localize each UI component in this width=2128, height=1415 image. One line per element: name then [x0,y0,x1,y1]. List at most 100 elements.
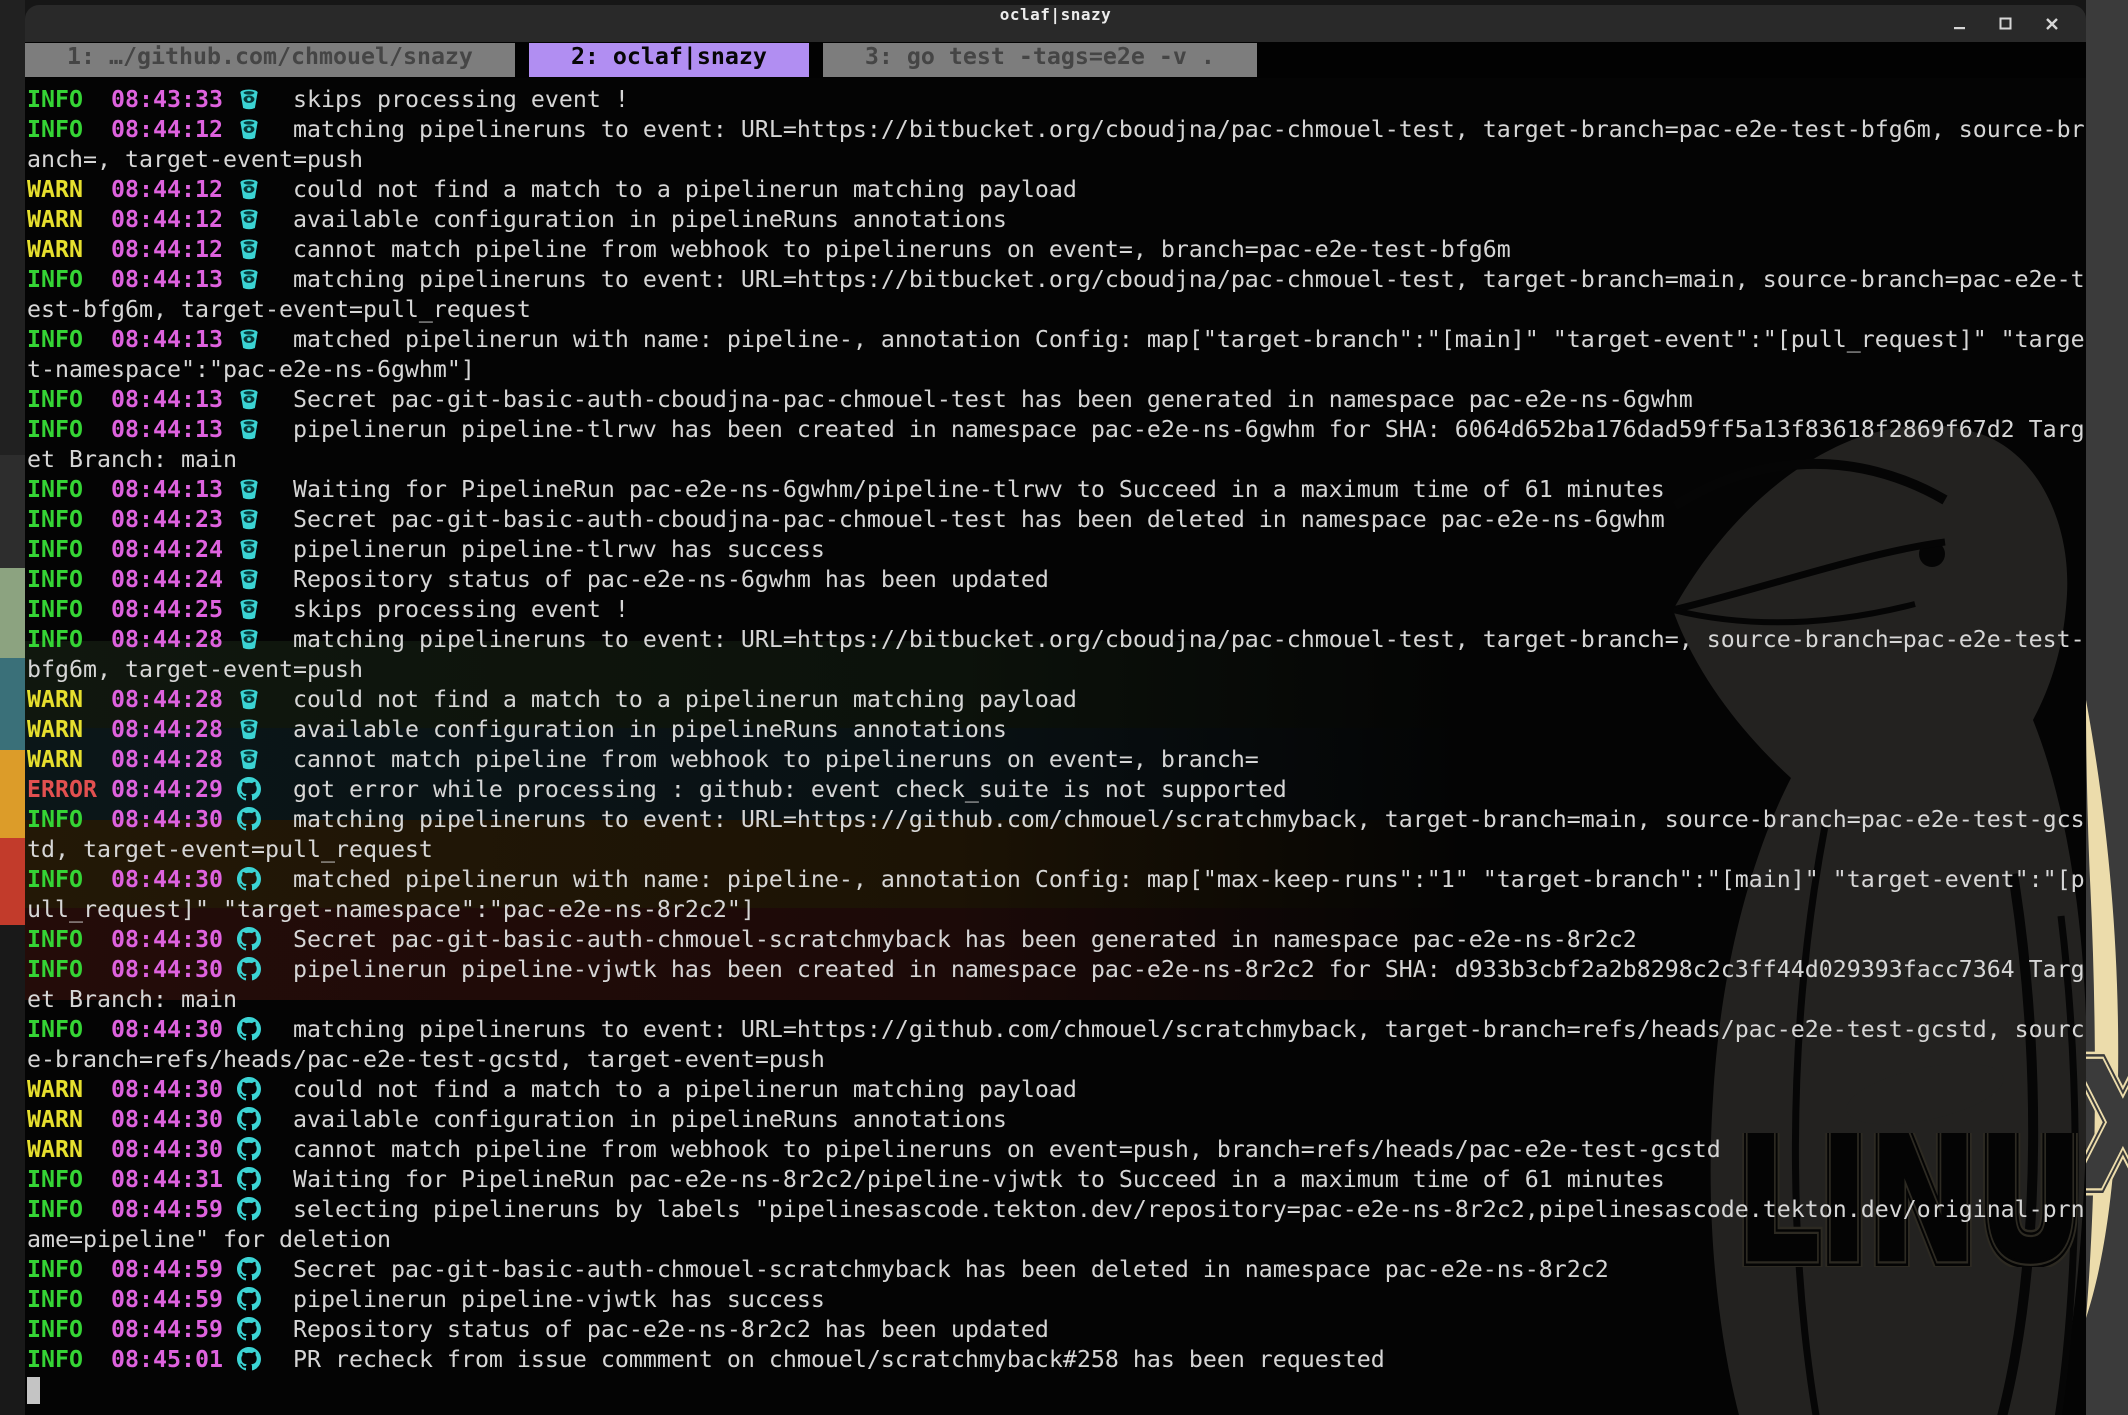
bitbucket-icon [237,685,265,715]
log-timestamp: 08:44:29 [111,776,223,803]
log-message: pipelinerun pipeline-tlrwv has success [293,536,825,563]
wallpaper-right-edge: X X X X [2086,0,2128,1415]
log-entry: WARN 08:44:30 cannot match pipeline from… [27,1135,2086,1165]
bitbucket-icon [237,505,265,535]
bitbucket-icon [237,325,265,355]
tab-3-go-test[interactable]: 3: go test -tags=e2e -v . [823,43,1257,77]
log-level: WARN [27,686,111,713]
log-timestamp: 08:44:30 [111,866,223,893]
log-timestamp: 08:44:31 [111,1166,223,1193]
github-icon [237,775,265,805]
log-level: INFO [27,1256,111,1283]
github-icon [237,1105,265,1135]
bitbucket-icon [237,745,265,775]
log-timestamp: 08:44:13 [111,266,223,293]
wallpaper-color-bands [0,0,25,1415]
log-timestamp: 08:44:28 [111,686,223,713]
log-timestamp: 08:44:59 [111,1256,223,1283]
bitbucket-icon [237,415,265,445]
log-timestamp: 08:43:33 [111,86,223,113]
tab-1-snazy-dir[interactable]: 1: …/github.com/chmouel/snazy [25,43,515,77]
svg-text:X: X [2086,1026,2128,1229]
log-message: could not find a match to a pipelinerun … [293,1076,1077,1103]
log-entry: INFO 08:44:13 matching pipelineruns to e… [27,265,2086,325]
tab-2-oclaf-snazy[interactable]: 2: oclaf|snazy [529,43,809,77]
log-level: ERROR [27,776,111,803]
log-message: Secret pac-git-basic-auth-cboudjna-pac-c… [293,506,1665,533]
penguin-wing-highlight: X X X X [2086,0,2128,1415]
log-message: skips processing event ! [293,86,629,113]
log-message: cannot match pipeline from webhook to pi… [293,746,1259,773]
github-icon [237,1135,265,1165]
log-timestamp: 08:44:12 [111,116,223,143]
log-entry: INFO 08:44:59 Repository status of pac-e… [27,1315,2086,1345]
log-timestamp: 08:44:12 [111,206,223,233]
log-message: Repository status of pac-e2e-ns-6gwhm ha… [293,566,1049,593]
log-timestamp: 08:44:13 [111,416,223,443]
log-message: could not find a match to a pipelinerun … [293,686,1077,713]
log-message: matched pipelinerun with name: pipeline-… [27,326,2085,383]
log-timestamp: 08:44:28 [111,746,223,773]
log-message: matching pipelineruns to event: URL=http… [27,626,2085,683]
maximize-icon[interactable] [1998,16,2014,32]
log-entry: INFO 08:44:31 Waiting for PipelineRun pa… [27,1165,2086,1195]
bitbucket-icon [237,385,265,415]
titlebar[interactable]: oclaf|snazy [25,5,2086,42]
log-entry: WARN 08:44:12 could not find a match to … [27,175,2086,205]
terminal-cursor [27,1377,40,1404]
log-level: INFO [27,1016,111,1043]
bitbucket-icon [237,715,265,745]
log-level: WARN [27,746,111,773]
terminal-screen[interactable]: LINU LINU LINU LINU INFO 08:43:33 skips … [25,78,2086,1415]
log-timestamp: 08:44:59 [111,1286,223,1313]
log-entry: WARN 08:44:28 cannot match pipeline from… [27,745,2086,775]
log-timestamp: 08:44:59 [111,1196,223,1223]
log-level: INFO [27,116,111,143]
log-timestamp: 08:44:13 [111,386,223,413]
log-entry: INFO 08:44:13 matched pipelinerun with n… [27,325,2086,385]
log-entry: INFO 08:44:30 matching pipelineruns to e… [27,805,2086,865]
bitbucket-icon [237,175,265,205]
window-title: oclaf|snazy [25,5,2086,42]
bitbucket-icon [237,85,265,115]
log-timestamp: 08:44:30 [111,1076,223,1103]
log-message: available configuration in pipelineRuns … [293,716,1007,743]
github-icon [237,1285,265,1315]
log-level: INFO [27,866,111,893]
log-level: INFO [27,596,111,623]
log-level: INFO [27,956,111,983]
log-entry: INFO 08:44:59 pipelinerun pipeline-vjwtk… [27,1285,2086,1315]
log-timestamp: 08:44:12 [111,236,223,263]
minimize-icon[interactable] [1952,16,1968,32]
log-level: INFO [27,326,111,353]
log-entry: INFO 08:44:23 Secret pac-git-basic-auth-… [27,505,2086,535]
log-entry: WARN 08:44:28 available configuration in… [27,715,2086,745]
log-message: Secret pac-git-basic-auth-chmouel-scratc… [293,926,1637,953]
log-level: INFO [27,476,111,503]
log-level: INFO [27,86,111,113]
log-timestamp: 08:44:28 [111,626,223,653]
github-icon [237,805,265,835]
log-message: Waiting for PipelineRun pac-e2e-ns-6gwhm… [293,476,1665,503]
log-message: skips processing event ! [293,596,629,623]
log-level: INFO [27,806,111,833]
github-icon [237,865,265,895]
log-message: got error while processing : github: eve… [293,776,1287,803]
terminal-window: oclaf|snazy 1: …/github.com/chmouel/snaz… [25,5,2086,1415]
close-icon[interactable] [2044,16,2060,32]
bitbucket-icon [237,235,265,265]
log-entry: INFO 08:44:30 matched pipelinerun with n… [27,865,2086,925]
log-entry: INFO 08:44:12 matching pipelineruns to e… [27,115,2086,175]
log-level: INFO [27,266,111,293]
github-icon [237,1165,265,1195]
log-message: matching pipelineruns to event: URL=http… [27,806,2085,863]
log-message: available configuration in pipelineRuns … [293,1106,1007,1133]
log-entry: INFO 08:43:33 skips processing event ! [27,85,2086,115]
log-entry: WARN 08:44:28 could not find a match to … [27,685,2086,715]
log-message: matching pipelineruns to event: URL=http… [27,1016,2085,1073]
log-entry: INFO 08:45:01 PR recheck from issue comm… [27,1345,2086,1375]
log-message: cannot match pipeline from webhook to pi… [293,236,1511,263]
log-entry: INFO 08:44:13 Waiting for PipelineRun pa… [27,475,2086,505]
tab-bar: 1: …/github.com/chmouel/snazy 2: oclaf|s… [25,42,2086,78]
log-entry: WARN 08:44:30 could not find a match to … [27,1075,2086,1105]
